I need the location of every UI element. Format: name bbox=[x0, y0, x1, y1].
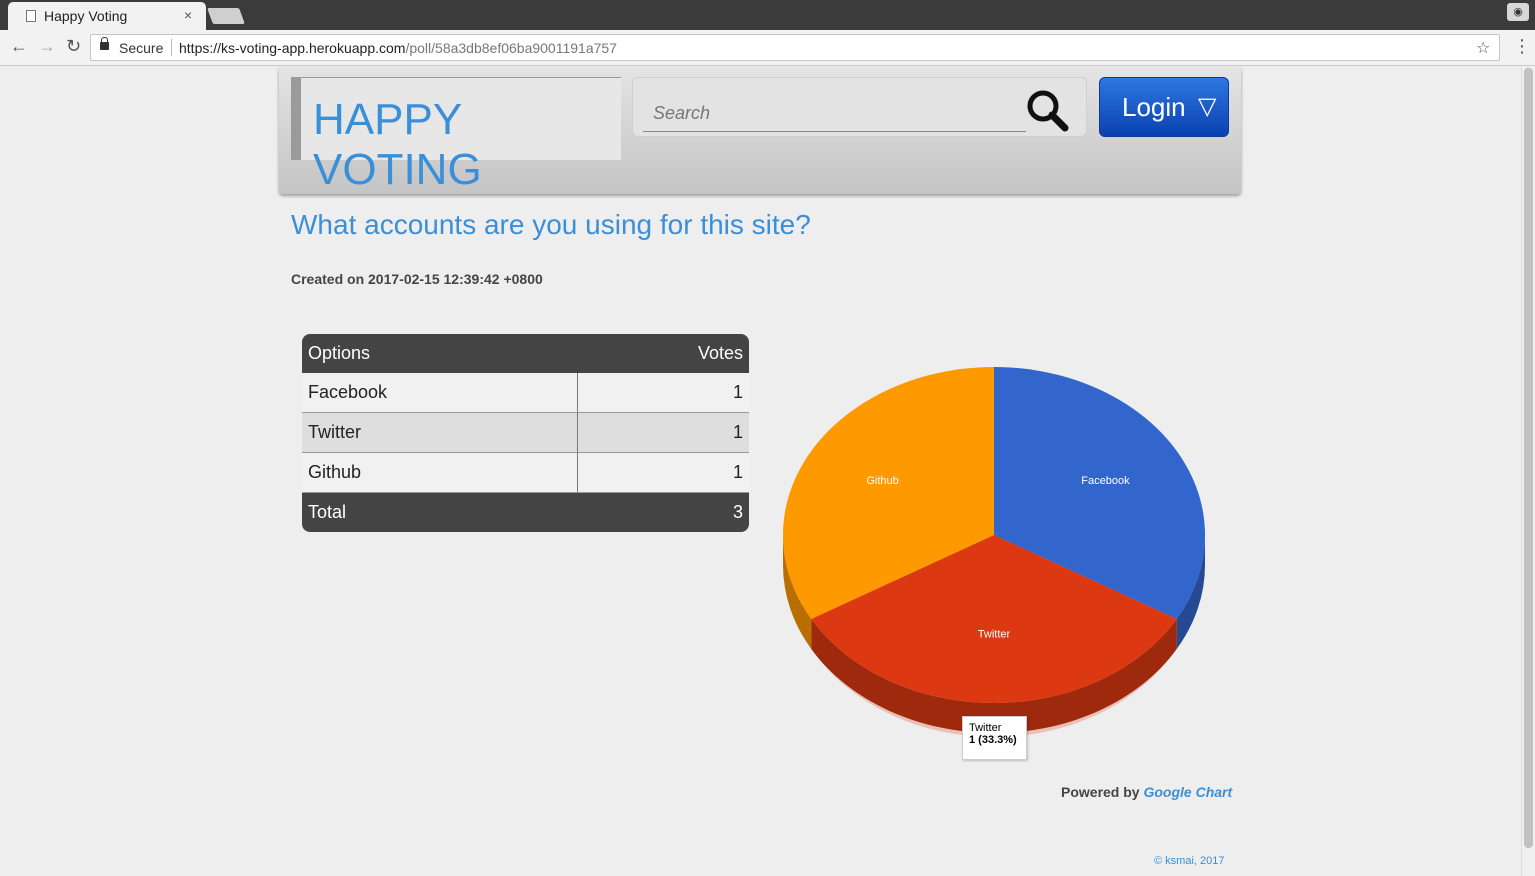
table-row: Facebook 1 bbox=[302, 373, 749, 413]
forward-icon[interactable]: → bbox=[38, 36, 56, 57]
site-logo[interactable]: HAPPY VOTING bbox=[313, 95, 621, 195]
pie-label-github: Github bbox=[866, 475, 898, 487]
powered-prefix: Powered by bbox=[1061, 784, 1140, 800]
secure-label: Secure bbox=[119, 40, 164, 56]
profile-icon[interactable]: ◉ bbox=[1507, 3, 1529, 21]
votes-table: Options Votes Facebook 1 Twitter 1 Githu… bbox=[302, 334, 749, 532]
bookmark-star-icon[interactable]: ☆ bbox=[1476, 38, 1490, 58]
chart-tooltip: Twitter 1 (33.3%) bbox=[962, 716, 1027, 760]
dropdown-triangle-icon: ▽ bbox=[1198, 93, 1217, 120]
table-row: Twitter 1 bbox=[302, 413, 749, 453]
browser-tab[interactable]: Happy Voting × bbox=[8, 2, 206, 30]
url-text[interactable]: https://ks-voting-app.herokuapp.com/poll… bbox=[179, 40, 617, 56]
option-votes: 1 bbox=[576, 413, 749, 453]
options-header: Options bbox=[302, 334, 577, 373]
close-tab-icon[interactable]: × bbox=[184, 7, 192, 23]
option-votes: 1 bbox=[576, 373, 749, 413]
search-icon[interactable] bbox=[1025, 88, 1069, 132]
search-bar bbox=[632, 77, 1087, 137]
site-header: HAPPY VOTING Login ▽ bbox=[279, 67, 1241, 194]
powered-by: Powered by Google Chart bbox=[1061, 784, 1232, 800]
logo-container: HAPPY VOTING bbox=[291, 77, 621, 194]
browser-tabstrip: Happy Voting × ◉ bbox=[0, 0, 1535, 30]
lock-icon bbox=[100, 37, 109, 50]
pie-label-facebook: Facebook bbox=[1081, 475, 1130, 487]
login-button[interactable]: Login ▽ bbox=[1099, 77, 1229, 137]
tooltip-label: Twitter bbox=[969, 722, 1002, 734]
divider bbox=[171, 39, 172, 56]
option-name: Twitter bbox=[302, 413, 577, 453]
new-tab-button[interactable] bbox=[207, 8, 245, 24]
reload-icon[interactable]: ↻ bbox=[66, 36, 81, 57]
search-input[interactable] bbox=[643, 96, 1026, 132]
total-label: Total bbox=[302, 493, 577, 532]
browser-menu-icon[interactable]: ⋮ bbox=[1513, 36, 1531, 57]
tab-title: Happy Voting bbox=[44, 8, 128, 24]
browser-toolbar: ← → ↻ Secure https://ks-voting-app.herok… bbox=[0, 30, 1535, 66]
address-bar[interactable]: Secure https://ks-voting-app.herokuapp.c… bbox=[90, 34, 1500, 61]
pie-label-twitter: Twitter bbox=[978, 628, 1011, 640]
votes-header: Votes bbox=[576, 334, 749, 373]
scrollbar[interactable]: ▲ bbox=[1521, 65, 1535, 876]
created-date: Created on 2017-02-15 12:39:42 +0800 bbox=[291, 271, 543, 287]
poll-question: What accounts are you using for this sit… bbox=[291, 209, 811, 240]
footer-copyright: © ksmai, 2017 bbox=[1154, 855, 1225, 867]
login-label: Login bbox=[1122, 91, 1186, 122]
google-chart-link[interactable]: Google Chart bbox=[1143, 784, 1232, 800]
scrollbar-thumb[interactable] bbox=[1524, 68, 1533, 848]
table-row: Github 1 bbox=[302, 453, 749, 493]
option-name: Github bbox=[302, 453, 577, 493]
pie-chart[interactable]: Facebook Twitter Github bbox=[770, 350, 1220, 770]
back-icon[interactable]: ← bbox=[10, 36, 28, 57]
option-votes: 1 bbox=[576, 453, 749, 493]
page-icon bbox=[26, 10, 36, 22]
option-name: Facebook bbox=[302, 373, 577, 413]
total-value: 3 bbox=[576, 493, 749, 532]
tooltip-value: 1 (33.3%) bbox=[969, 734, 1017, 746]
